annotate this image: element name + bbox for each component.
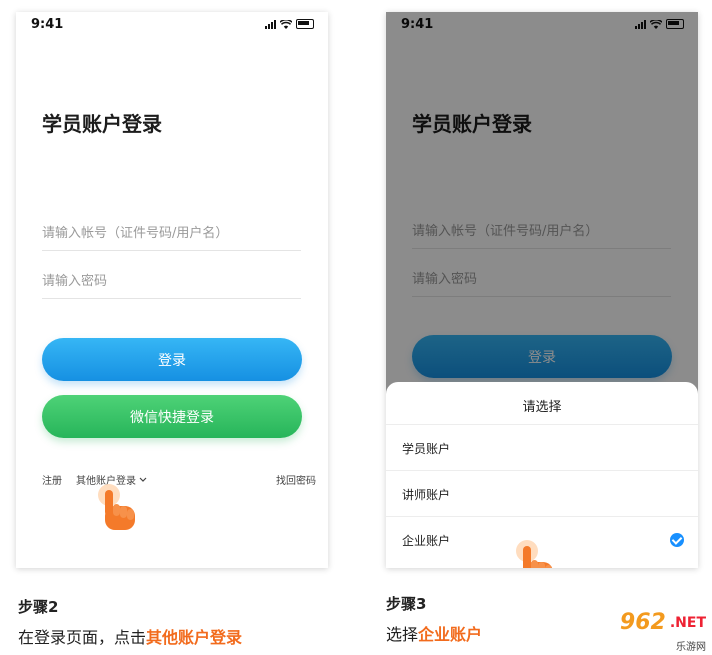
signal-icon [265,20,276,29]
step3-caption: 选择企业账户 [386,621,482,645]
wechat-login-button[interactable]: 微信快捷登录 [42,395,302,438]
register-link[interactable]: 注册 [42,472,62,487]
step3-label: 步骤3 [386,595,427,613]
status-icons [265,19,314,29]
check-icon [670,533,684,547]
step2-label: 步骤2 [18,598,59,616]
sheet-title: 请选择 [522,400,562,415]
watermark-net: .NET [669,614,706,631]
watermark-logo: 962 .NET [620,610,706,635]
step2-caption-prefix: 在登录页面，点击 [18,628,147,647]
step3-caption-highlight: 企业账户 [418,625,483,644]
status-time: 9:41 [31,17,64,32]
watermark-subtext: 乐游网 [676,642,706,653]
chevron-down-icon [139,477,147,482]
step3-caption-prefix: 选择 [386,625,419,644]
step2-caption-highlight: 其他账户登录 [146,628,243,647]
page-title: 学员账户登录 [42,112,162,136]
sheet-item-label: 学员账户 [402,442,451,456]
battery-icon [296,19,314,29]
phone-screen-step3: 9:41 学员账户登录 登录 请选择 学员账户 讲师账户 企业账户 [386,12,698,568]
pointing-hand-icon [516,540,553,568]
step2-caption: 在登录页面，点击其他账户登录 [18,624,242,648]
status-bar: 9:41 [16,12,328,38]
login-button[interactable]: 登录 [42,338,302,381]
account-input[interactable] [42,216,301,251]
sheet-item-label: 企业账户 [402,534,451,548]
wifi-icon [280,20,292,29]
pointing-hand-icon [98,484,135,530]
phone-screen-step2: 9:41 学员账户登录 登录 微信快捷登录 注册 其他账户登录 找回密码 [16,12,328,568]
sheet-item-student[interactable]: 学员账户 [386,424,698,471]
watermark-number: 962 [619,610,666,635]
password-input[interactable] [42,264,301,299]
forgot-password-link[interactable]: 找回密码 [276,472,316,487]
sheet-item-label: 讲师账户 [402,488,451,502]
sheet-item-lecturer[interactable]: 讲师账户 [386,470,698,517]
